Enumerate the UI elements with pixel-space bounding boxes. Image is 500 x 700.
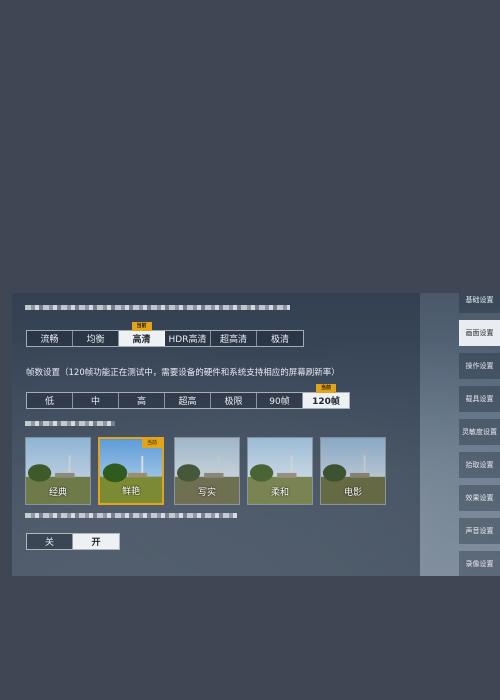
- fps-option-ultra[interactable]: 超高: [165, 393, 211, 408]
- blurred-option-title: [25, 513, 237, 518]
- style-label: 柔和: [270, 488, 289, 498]
- style-label: 经典: [48, 488, 67, 498]
- tab-pickup[interactable]: 拾取设置: [459, 452, 500, 478]
- settings-panel: 流畅 均衡 当前 高清 HDR高清 超高清 极清 帧数设置（120帧功能正在测试…: [12, 293, 420, 576]
- quality-option-balanced[interactable]: 均衡: [73, 331, 119, 346]
- quality-option-hd[interactable]: 当前 高清: [119, 322, 165, 346]
- fps-option-medium[interactable]: 中: [73, 393, 119, 408]
- quality-option-hdr[interactable]: HDR高清: [165, 331, 211, 346]
- toggle-off[interactable]: 关: [27, 534, 73, 549]
- tab-effects[interactable]: 效果设置: [459, 485, 500, 511]
- toggle-on[interactable]: 开: [73, 534, 119, 549]
- tab-recording[interactable]: 录像设置: [459, 551, 500, 576]
- style-thumb-vivid[interactable]: 当前 鲜艳: [98, 437, 164, 505]
- tab-sound[interactable]: 声音设置: [459, 518, 500, 544]
- settings-sidebar: 基础设置 画面设置 操作设置 载具设置 灵敏度设置 拾取设置 效果设置 声音设置…: [459, 293, 500, 576]
- blurred-section-title: [25, 305, 290, 310]
- game-settings-screen: 流畅 均衡 当前 高清 HDR高清 超高清 极清 帧数设置（120帧功能正在测试…: [12, 293, 500, 576]
- fps-settings-label: 帧数设置（120帧功能正在测试中，需要设备的硬件和系统支持相应的屏幕刷新率）: [26, 368, 340, 378]
- fps-option-low[interactable]: 低: [27, 393, 73, 408]
- current-tag: 当前: [315, 384, 337, 393]
- fps-option-extreme[interactable]: 极限: [211, 393, 257, 408]
- quality-option-extreme[interactable]: 极清: [257, 331, 303, 346]
- fps-option-high[interactable]: 高: [119, 393, 165, 408]
- style-label: 鲜艳: [121, 487, 140, 497]
- fps-selector: 低 中 高 超高 极限 90帧 当前 120帧: [26, 384, 350, 409]
- style-label: 电影: [343, 488, 362, 498]
- tab-vehicle[interactable]: 载具设置: [459, 386, 500, 412]
- tab-basic[interactable]: 基础设置: [459, 293, 500, 313]
- blurred-style-title: [25, 421, 115, 426]
- quality-option-uhd[interactable]: 超高清: [211, 331, 257, 346]
- style-thumb-soft[interactable]: 柔和: [247, 437, 313, 505]
- quality-option-smooth[interactable]: 流畅: [27, 331, 73, 346]
- tab-controls[interactable]: 操作设置: [459, 353, 500, 379]
- style-thumb-classic[interactable]: 经典: [25, 437, 91, 505]
- tab-graphics[interactable]: 画面设置: [459, 320, 500, 346]
- current-tag: 当前: [141, 439, 162, 448]
- fps-option-120[interactable]: 当前 120帧: [303, 384, 349, 408]
- quality-selector: 流畅 均衡 当前 高清 HDR高清 超高清 极清: [26, 322, 304, 347]
- style-label: 写实: [197, 488, 216, 498]
- current-tag: 当前: [131, 322, 152, 331]
- style-thumb-film[interactable]: 电影: [320, 437, 386, 505]
- toggle-selector: 关 开: [26, 533, 120, 550]
- tab-sensitivity[interactable]: 灵敏度设置: [459, 419, 500, 445]
- style-thumb-realistic[interactable]: 写实: [174, 437, 240, 505]
- fps-option-90[interactable]: 90帧: [257, 393, 303, 408]
